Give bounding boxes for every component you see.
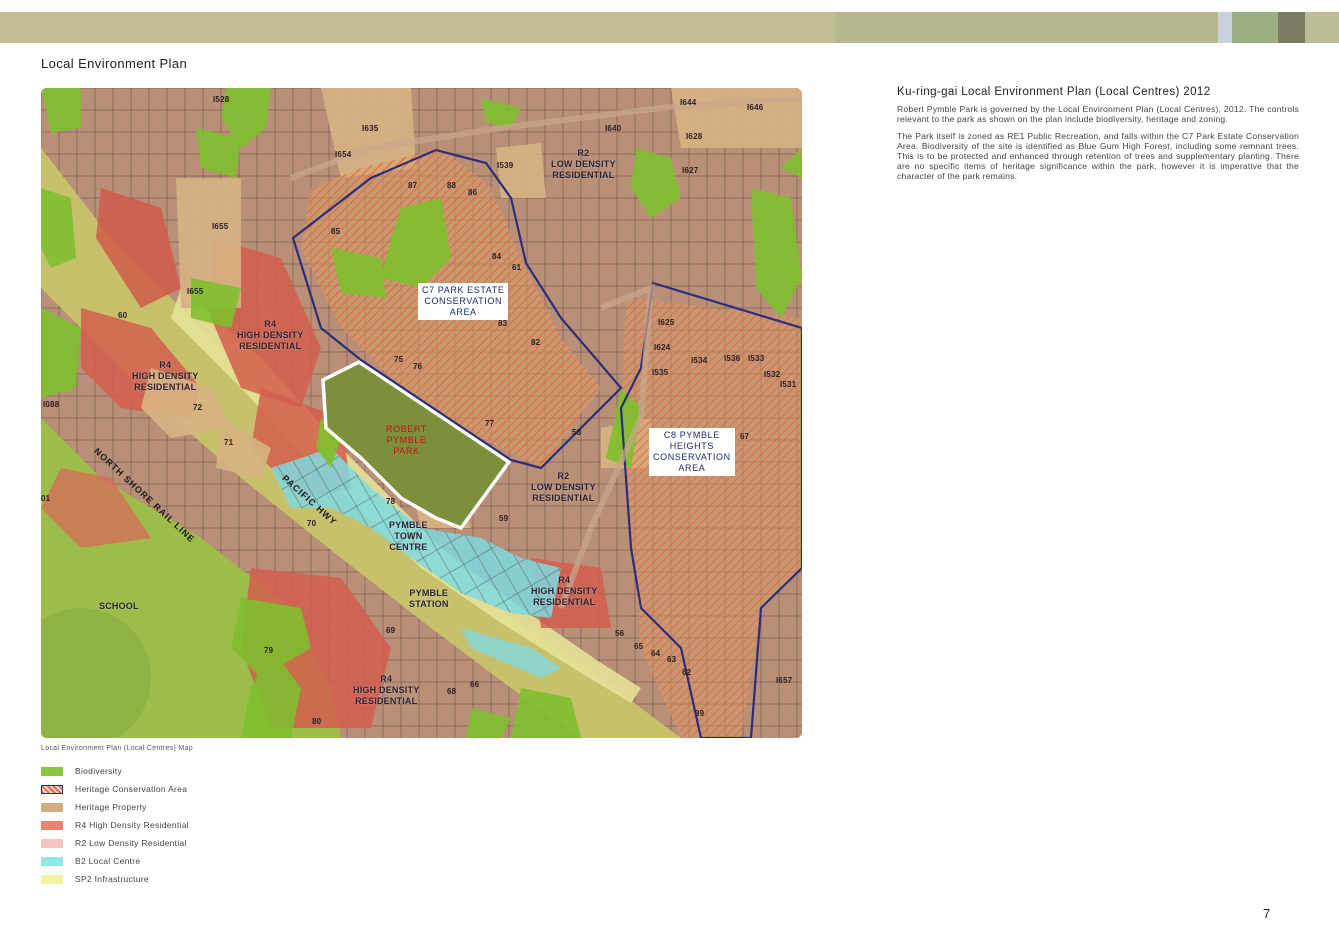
lot-number: 67: [740, 432, 750, 441]
lot-number: I539: [497, 161, 514, 170]
school-label: SCHOOL: [99, 601, 139, 611]
section-title: Local Environment Plan: [41, 56, 188, 71]
legend-item-b2: B2 Local Centre: [41, 852, 189, 870]
legend-item-heritage-property: Heritage Property: [41, 798, 189, 816]
header-band: [0, 12, 1339, 43]
lot-number: I531: [780, 380, 797, 389]
lot-number: I528: [213, 95, 230, 104]
r4-label-s: R4 HIGH DENSITY RESIDENTIAL: [353, 674, 420, 706]
lot-number: 71: [224, 438, 234, 447]
content-paragraph-1: Robert Pymble Park is governed by the Lo…: [897, 104, 1299, 124]
lot-number: I627: [682, 166, 699, 175]
lot-number: 87: [408, 181, 418, 190]
lot-number: 75: [394, 355, 404, 364]
map-legend: Biodiversity Heritage Conservation Area …: [41, 762, 189, 888]
lot-number: I535: [652, 368, 669, 377]
lot-number: 61: [512, 263, 522, 272]
legend-item-heritage-conservation: Heritage Conservation Area: [41, 780, 189, 798]
lot-number: 01: [41, 494, 51, 503]
lot-number: 70: [307, 519, 317, 528]
lot-number: I534: [691, 356, 708, 365]
lot-number: I628: [686, 132, 703, 141]
lot-number: 64: [651, 649, 661, 658]
lot-number: 60: [118, 311, 128, 320]
content-paragraph-2: The Park itself is zoned as RE1 Public R…: [897, 131, 1299, 181]
lot-number: 68: [447, 687, 457, 696]
header-band-block-2: [1232, 12, 1278, 43]
r2-swatch: [41, 838, 63, 848]
lot-number: I646: [747, 103, 764, 112]
lot-number: 39: [695, 709, 705, 718]
lot-number: 80: [312, 717, 322, 726]
pymble-town-centre-label: PYMBLE TOWN CENTRE: [389, 520, 428, 552]
map-caption: Local Environment Plan (Local Centres) M…: [41, 745, 193, 752]
content-heading: Ku-ring-gai Local Environment Plan (Loca…: [897, 86, 1211, 98]
lot-number: I088: [43, 400, 60, 409]
legend-item-biodiversity: Biodiversity: [41, 762, 189, 780]
header-band-block-4: [1305, 12, 1339, 43]
lot-number: 65: [634, 642, 644, 651]
lot-number: I536: [724, 354, 741, 363]
lot-number: 69: [386, 626, 396, 635]
header-band-right: [835, 12, 1218, 43]
r2-label-mid: R2 LOW DENSITY RESIDENTIAL: [531, 471, 596, 503]
c8-conservation-label: C8 PYMBLE HEIGHTS CONSERVATION AREA: [649, 428, 735, 476]
lot-number: 79: [264, 646, 274, 655]
heritage-property-swatch: [41, 802, 63, 812]
lot-number: 85: [331, 227, 341, 236]
map-graphic: [41, 88, 802, 738]
pymble-station-label: PYMBLE STATION: [409, 588, 449, 609]
lot-number: 83: [498, 319, 508, 328]
header-band-main: [0, 12, 835, 43]
r4-label-w: R4 HIGH DENSITY RESIDENTIAL: [132, 360, 199, 392]
header-band-block-1: [1218, 12, 1232, 43]
c7-conservation-label: C7 PARK ESTATE CONSERVATION AREA: [418, 283, 509, 320]
header-band-block-3: [1278, 12, 1305, 43]
lot-number: 62: [682, 668, 692, 677]
lot-number: 66: [470, 680, 480, 689]
lot-number: 88: [447, 181, 457, 190]
sp2-swatch: [41, 874, 63, 884]
lot-number: I657: [776, 676, 793, 685]
lot-number: 82: [531, 338, 541, 347]
r2-label-top: R2 LOW DENSITY RESIDENTIAL: [551, 148, 616, 180]
lot-number: 58: [572, 428, 582, 437]
r4-label-se: R4 HIGH DENSITY RESIDENTIAL: [531, 575, 598, 607]
content-column: Ku-ring-gai Local Environment Plan (Loca…: [897, 86, 1299, 188]
legend-item-r2: R2 Low Density Residential: [41, 834, 189, 852]
lot-number: I655: [187, 287, 204, 296]
page-number: 7: [1263, 906, 1271, 921]
lot-number: 59: [499, 514, 509, 523]
lot-number: 86: [468, 188, 478, 197]
lot-number: I533: [748, 354, 765, 363]
lot-number: 63: [667, 655, 677, 664]
lot-number: I655: [212, 222, 229, 231]
biodiversity-swatch: [41, 766, 63, 776]
lot-number: 77: [485, 419, 495, 428]
heritage-conservation-swatch: [41, 784, 63, 794]
lot-number: I644: [680, 98, 697, 107]
legend-item-sp2: SP2 Infrastructure: [41, 870, 189, 888]
b2-swatch: [41, 856, 63, 866]
lot-number: 76: [413, 362, 423, 371]
lot-number: 84: [492, 252, 502, 261]
lot-number: I654: [335, 150, 352, 159]
r4-swatch: [41, 820, 63, 830]
lot-number: 56: [615, 629, 625, 638]
lot-number: I640: [605, 124, 622, 133]
lot-number: 78: [386, 497, 396, 506]
robert-pymble-park-label: ROBERT PYMBLE PARK: [386, 424, 427, 456]
lot-number: I625: [658, 318, 675, 327]
lot-number: I635: [362, 124, 379, 133]
legend-item-r4: R4 High Density Residential: [41, 816, 189, 834]
lep-map[interactable]: C7 PARK ESTATE CONSERVATION AREA C8 PYMB…: [41, 88, 802, 738]
lot-number: 72: [193, 403, 203, 412]
lot-number: I532: [764, 370, 781, 379]
lot-number: I624: [654, 343, 671, 352]
r4-label-n: R4 HIGH DENSITY RESIDENTIAL: [237, 319, 304, 351]
